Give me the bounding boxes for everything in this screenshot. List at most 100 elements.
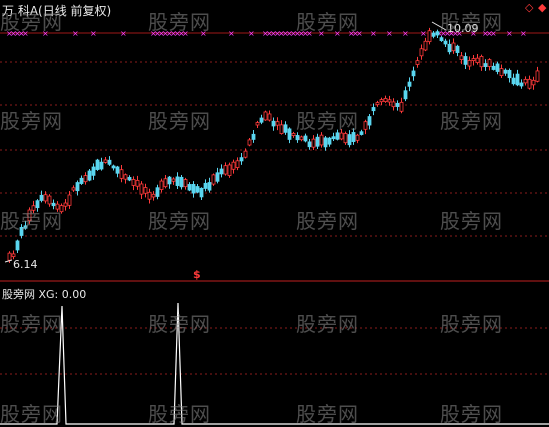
watermark: 股旁网 — [296, 402, 359, 426]
candle-up — [375, 102, 380, 106]
candle-up — [227, 164, 232, 176]
watermark: 股旁网 — [0, 10, 63, 34]
candle-down — [195, 186, 200, 193]
watermark: 股旁网 — [148, 109, 211, 133]
candle-down — [199, 187, 204, 198]
watermark: 股旁网 — [440, 312, 503, 336]
cross-mark: × — [402, 29, 409, 38]
candle-up — [487, 59, 492, 67]
candle-down — [39, 194, 44, 201]
candle-up — [235, 160, 240, 168]
watermark: 股旁网 — [296, 312, 359, 336]
candle-up — [479, 56, 484, 68]
candle-up — [131, 179, 136, 186]
candle-up — [43, 194, 48, 202]
candle-down — [91, 166, 96, 176]
watermark: 股旁网 — [148, 209, 211, 233]
candle-down — [271, 120, 276, 127]
candle-down — [407, 81, 412, 87]
watermark: 股旁网 — [440, 10, 503, 34]
candle-up — [355, 134, 360, 141]
candle-up — [183, 179, 188, 188]
candle-down — [327, 137, 332, 145]
candle-up — [531, 79, 536, 86]
candle-up — [63, 202, 68, 207]
candle-up — [83, 175, 88, 183]
candle-up — [119, 169, 124, 179]
cross-mark: × — [120, 29, 127, 38]
candle-down — [403, 90, 408, 100]
stock-chart-window: × × × × × × × × × × × × × × × × × × × × × × × × × × × × × × × × × × × × × × × ×… — [0, 0, 549, 427]
watermark: 股旁网 — [296, 10, 359, 34]
candle-up — [135, 180, 140, 187]
candle-up — [391, 101, 396, 108]
candle-up — [535, 70, 540, 82]
candle-up — [151, 193, 156, 198]
candle-up — [379, 99, 384, 103]
candle-down — [75, 182, 80, 192]
candle-up — [475, 57, 480, 63]
candle-up — [423, 40, 428, 51]
diamond-outline-icon[interactable]: ◇ — [525, 1, 533, 14]
candle-up — [451, 42, 456, 52]
candle-down — [307, 141, 312, 148]
candle-up — [267, 113, 272, 121]
candle-down — [203, 182, 208, 189]
candle-up — [47, 195, 52, 205]
watermark: 股旁网 — [296, 209, 359, 233]
candle-down — [503, 69, 508, 74]
candle-up — [171, 178, 176, 182]
low-price-label: 6.14 — [13, 258, 38, 271]
candle-up — [419, 48, 424, 57]
candle-up — [159, 180, 164, 190]
candle-up — [383, 98, 388, 102]
watermark: 股旁网 — [0, 209, 63, 233]
candle-down — [215, 172, 220, 182]
candle-down — [111, 165, 116, 169]
candle-down — [395, 102, 400, 107]
cross-mark: × — [72, 29, 79, 38]
candle-down — [495, 63, 500, 72]
candle-up — [319, 134, 324, 146]
candle-up — [263, 111, 268, 121]
candle-down — [155, 187, 160, 197]
candle-up — [143, 187, 148, 194]
watermark: 股旁网 — [440, 402, 503, 426]
candle-up — [387, 99, 392, 103]
candle-down — [107, 159, 112, 165]
watermark: 股旁网 — [148, 10, 211, 34]
candle-up — [467, 60, 472, 67]
diamond-filled-icon[interactable]: ◆ — [538, 1, 546, 14]
candle-up — [139, 183, 144, 195]
watermark: 股旁网 — [0, 109, 63, 133]
candle-up — [211, 174, 216, 185]
candle-up — [291, 133, 296, 136]
candle-down — [115, 166, 120, 174]
candle-down — [283, 124, 288, 133]
candle-down — [511, 77, 516, 85]
candle-down — [259, 117, 264, 123]
candle-down — [411, 70, 416, 77]
candle-up — [279, 124, 284, 135]
cross-mark: × — [386, 29, 393, 38]
candle-down — [179, 176, 184, 188]
candle-down — [463, 56, 468, 65]
candle-up — [459, 55, 464, 61]
candle-down — [303, 135, 308, 142]
indicator-label: 股旁网 XG: 0.00 — [2, 288, 87, 301]
candle-down — [483, 63, 488, 68]
candle-down — [439, 37, 444, 41]
candle-up — [223, 165, 228, 175]
cross-mark: × — [90, 29, 97, 38]
watermark: 股旁网 — [440, 109, 503, 133]
candle-down — [15, 240, 20, 251]
candle-down — [455, 45, 460, 53]
signal-marker: $ — [193, 268, 201, 281]
candle-down — [99, 161, 104, 170]
watermark: 股旁网 — [148, 312, 211, 336]
candle-down — [443, 40, 448, 45]
candle-up — [243, 150, 248, 158]
candle-up — [71, 187, 76, 191]
candle-up — [415, 60, 420, 65]
candle-down — [187, 184, 192, 191]
